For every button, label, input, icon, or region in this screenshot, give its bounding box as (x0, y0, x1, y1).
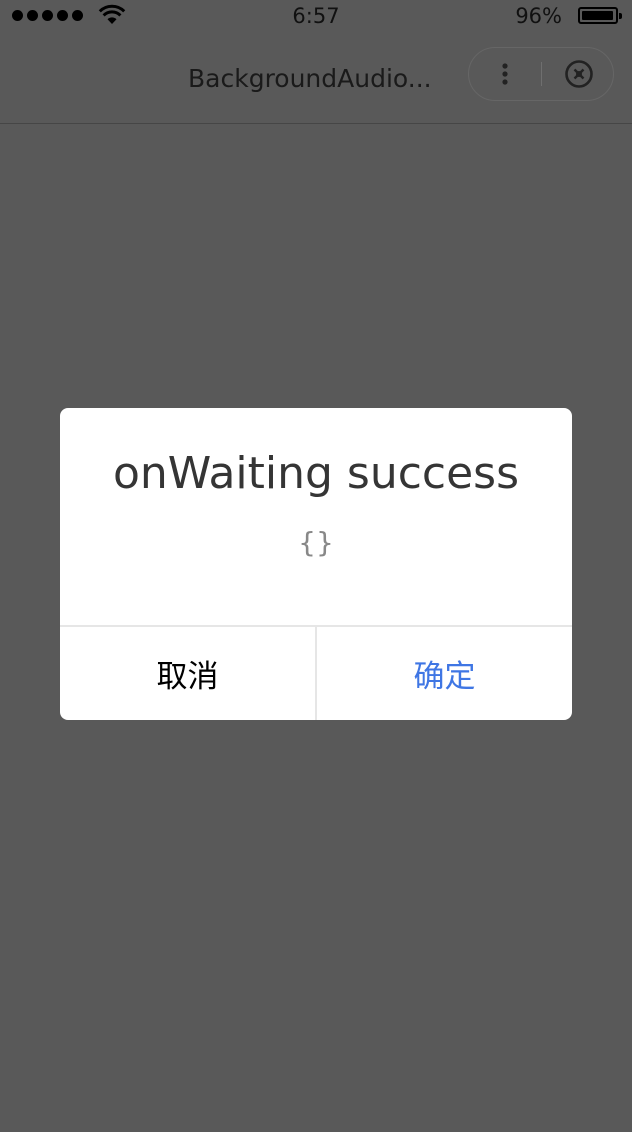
modal-title: onWaiting success (112, 448, 520, 499)
battery-percentage: 96% (515, 4, 562, 28)
confirm-button[interactable]: 确定 (317, 627, 572, 720)
page-title: BackgroundAudio... (188, 64, 432, 93)
battery-fill (582, 11, 613, 20)
modal-body: onWaiting success {} (60, 408, 572, 625)
more-vertical-icon (502, 63, 508, 85)
capsule-divider (541, 62, 542, 86)
modal-dialog: onWaiting success {} 取消 确定 (60, 408, 572, 720)
status-bar: 6:57 96% (0, 0, 632, 34)
mini-program-capsule (468, 47, 614, 101)
modal-footer: 取消 确定 (60, 625, 572, 720)
close-circle-icon (565, 60, 593, 88)
close-button[interactable] (557, 56, 601, 92)
cancel-button[interactable]: 取消 (60, 627, 317, 720)
battery-icon (578, 7, 622, 24)
modal-content: {} (298, 526, 334, 559)
more-button[interactable] (483, 56, 527, 92)
navigation-bar: BackgroundAudio... (0, 34, 632, 124)
